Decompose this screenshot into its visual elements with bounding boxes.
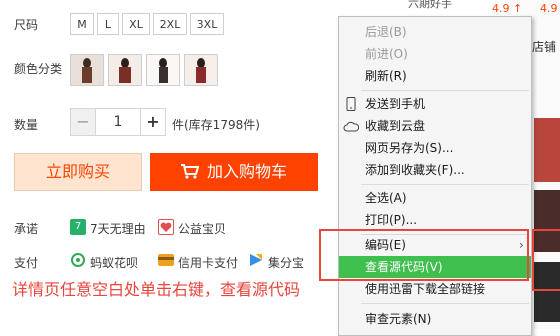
jifenbao-icon	[248, 252, 264, 268]
color-option-thumb-3[interactable]	[146, 54, 180, 86]
menu-item-label: 前进(O)	[365, 47, 408, 61]
seven-day-return-link[interactable]: 7天无理由	[90, 220, 146, 237]
menu-separator	[361, 184, 529, 185]
quantity-label: 数量	[14, 118, 39, 132]
menu-item-label: 添加到收藏夹(F)...	[365, 163, 465, 177]
cloud-icon	[343, 121, 359, 132]
menu-item-label: 刷新(R)	[365, 69, 407, 83]
credit-card-link[interactable]: 信用卡支付	[178, 254, 238, 271]
add-to-cart-button[interactable]: 加入购物车	[150, 153, 318, 191]
size-option-3xl[interactable]: 3XL	[190, 13, 224, 35]
add-to-cart-label: 加入购物车	[206, 162, 287, 181]
menu-item-label: 收藏到云盘	[365, 119, 426, 133]
size-option-l[interactable]: L	[97, 13, 119, 35]
rating-1: 4.9 ↑	[492, 2, 523, 15]
seven-day-return-icon: 7	[70, 219, 86, 235]
menu-item-print[interactable]: 打印(P)...	[339, 209, 531, 231]
product-photo	[534, 118, 560, 182]
quantity-input[interactable]: 1	[95, 108, 141, 136]
menu-item-label: 使用迅雷下载全部链接	[365, 282, 486, 296]
menu-item-inspect[interactable]: 审查元素(N)	[339, 308, 531, 330]
payment-label: 支付	[14, 256, 39, 270]
charity-heart-icon	[158, 219, 174, 235]
top-partial-text: 六期好手	[408, 0, 452, 10]
jifenbao-link[interactable]: 集分宝	[268, 254, 304, 271]
clothing-photo-icon	[185, 55, 217, 85]
clothing-photo-icon	[71, 55, 103, 85]
rating-2: 4.9	[540, 2, 558, 15]
menu-item-refresh[interactable]: 刷新(R)	[339, 65, 531, 87]
credit-card-icon	[158, 253, 174, 267]
menu-item-save-to-cloud[interactable]: 收藏到云盘	[339, 115, 531, 137]
color-option-thumb-2[interactable]	[108, 54, 142, 86]
menu-item-label: 发送到手机	[365, 97, 426, 111]
huabei-link[interactable]: 蚂蚁花呗	[90, 254, 138, 271]
menu-item-label: 全选(A)	[365, 191, 407, 205]
menu-item-back[interactable]: 后退(B)	[339, 21, 531, 43]
highlight-box	[319, 229, 529, 281]
menu-item-label: 后退(B)	[365, 25, 407, 39]
promise-label: 承诺	[14, 222, 39, 236]
clothing-photo-icon	[109, 55, 141, 85]
clothing-photo-icon	[147, 55, 179, 85]
charity-link[interactable]: 公益宝贝	[178, 220, 226, 237]
context-menu: 后退(B) 前进(O) 刷新(R) 发送到手机 收藏到云盘 网页另存为(S)..…	[338, 16, 532, 336]
size-option-2xl[interactable]: 2XL	[153, 13, 187, 35]
buy-now-button[interactable]: 立即购买	[14, 153, 142, 191]
quantity-decrease-button[interactable]: −	[70, 108, 96, 136]
menu-item-label: 网页另存为(S)...	[365, 141, 454, 155]
cart-icon	[180, 164, 200, 179]
size-option-m[interactable]: M	[70, 13, 94, 35]
color-option-thumb-4[interactable]	[184, 54, 218, 86]
quantity-increase-button[interactable]: +	[140, 108, 166, 136]
highlight-box-right	[532, 229, 560, 291]
menu-item-label: 审查元素(N)	[365, 312, 432, 326]
menu-item-add-favorite[interactable]: 添加到收藏夹(F)...	[339, 159, 531, 181]
menu-item-label: 打印(P)...	[365, 213, 418, 227]
size-label: 尺码	[14, 18, 39, 32]
phone-icon	[346, 97, 356, 111]
menu-separator	[361, 303, 529, 304]
color-option-thumb-1[interactable]	[70, 54, 104, 86]
stock-text: 件(库存1798件)	[172, 118, 260, 132]
instruction-annotation: 详情页任意空白处单击右键，查看源代码	[12, 280, 301, 299]
menu-item-forward[interactable]: 前进(O)	[339, 43, 531, 65]
menu-item-send-to-phone[interactable]: 发送到手机	[339, 93, 531, 115]
color-label: 颜色分类	[14, 62, 63, 76]
size-option-xl[interactable]: XL	[122, 13, 150, 35]
menu-item-select-all[interactable]: 全选(A)	[339, 187, 531, 209]
menu-item-save-as[interactable]: 网页另存为(S)...	[339, 137, 531, 159]
shop-partial: 店铺	[532, 40, 557, 54]
menu-separator	[361, 90, 529, 91]
huabei-icon	[70, 252, 86, 268]
menu-item-thunder-download[interactable]: 使用迅雷下载全部链接	[339, 278, 531, 300]
